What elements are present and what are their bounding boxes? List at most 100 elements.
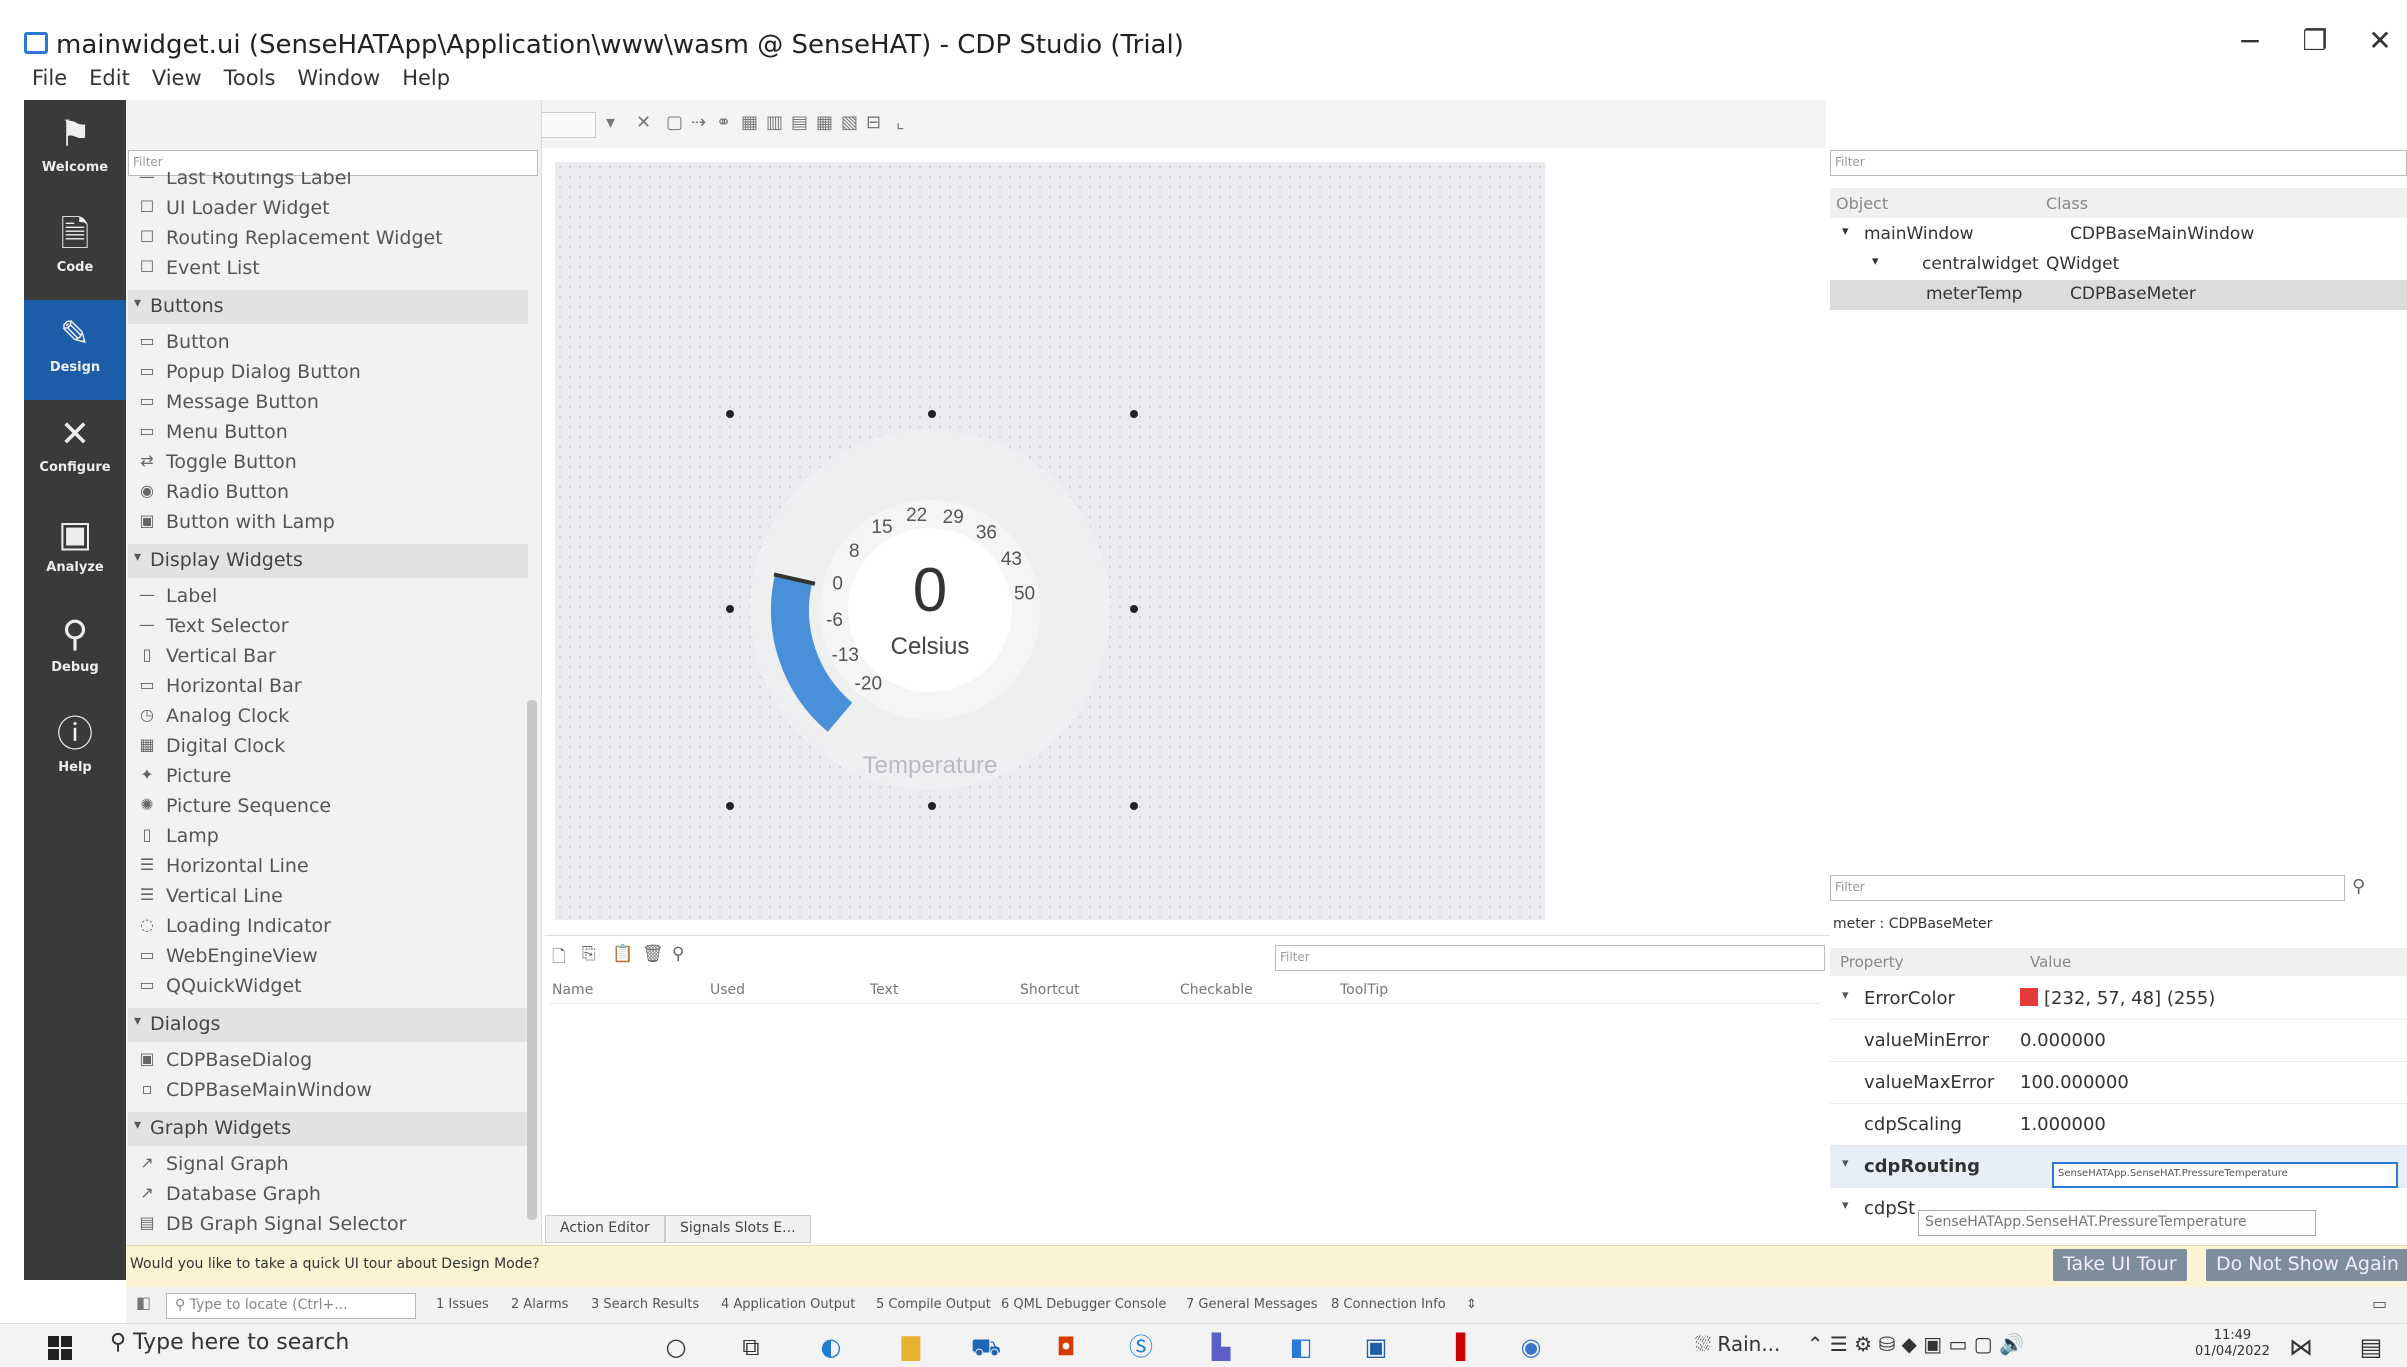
column-header[interactable]: Checkable xyxy=(1180,982,1253,998)
weather-icon[interactable]: ⛆ xyxy=(1695,1332,1717,1356)
layout-form-icon[interactable]: ▧ xyxy=(841,112,858,133)
widget-item[interactable]: ☐ Event List xyxy=(128,254,528,284)
resize-handle[interactable] xyxy=(1130,410,1138,418)
widget-item[interactable]: ☐ UI Loader Widget xyxy=(128,194,528,224)
adjust-size-icon[interactable]: ⌞ xyxy=(896,112,904,133)
sidebar-toggle-icon[interactable]: ◧ xyxy=(136,1293,151,1312)
app-red-icon[interactable]: ▐ xyxy=(1440,1332,1472,1362)
edit-signals-icon[interactable]: ⇢ xyxy=(691,112,706,133)
property-row[interactable]: cdpScaling 1.000000 xyxy=(1830,1104,2407,1146)
widget-item[interactable]: ▭ Message Button xyxy=(128,388,528,418)
file-explorer-icon[interactable]: ▇ xyxy=(895,1332,927,1362)
action-filter-input[interactable]: Filter xyxy=(1275,945,1825,971)
routing-value-input[interactable]: SenseHATApp.SenseHAT.PressureTemperature xyxy=(2052,1162,2398,1188)
widget-item[interactable]: ☐ Routing Replacement Widget xyxy=(128,224,528,254)
outlook-icon[interactable]: ▣ xyxy=(1360,1332,1392,1362)
system-clock[interactable]: 11:49 01/04/2022 xyxy=(2195,1328,2270,1360)
output-tab-alarms[interactable]: 2 Alarms xyxy=(511,1297,568,1312)
minimize-button[interactable]: − xyxy=(2225,24,2275,57)
mode-configure[interactable]: ✕ Configure xyxy=(24,400,126,500)
property-value[interactable]: 1.000000 xyxy=(2020,1114,2106,1135)
do-not-show-again-button[interactable]: Do Not Show Again xyxy=(2206,1249,2407,1281)
edit-widgets-icon[interactable]: ▢ xyxy=(666,112,683,133)
task-view-icon[interactable]: ⧉ xyxy=(735,1332,767,1362)
widget-item[interactable]: ▣ CDPBaseDialog xyxy=(128,1046,528,1076)
delete-action-icon[interactable]: 🗑 xyxy=(642,944,664,964)
widget-item[interactable]: ▭ Popup Dialog Button xyxy=(128,358,528,388)
object-row[interactable]: ▾ centralwidget QWidget xyxy=(1830,250,2407,280)
expand-icon[interactable]: ▾ xyxy=(1842,988,1849,1003)
widget-item[interactable]: ✦ Picture xyxy=(128,762,528,792)
menu-tools[interactable]: Tools xyxy=(224,66,276,96)
close-doc-icon[interactable]: ✕ xyxy=(636,112,651,133)
maximize-button[interactable]: ❐ xyxy=(2290,24,2340,57)
menu-view[interactable]: View xyxy=(152,66,202,96)
widget-item[interactable]: ▭ Menu Button xyxy=(128,418,528,448)
store-icon[interactable]: ⛟ xyxy=(970,1332,1002,1362)
office-icon[interactable]: ◘ xyxy=(1050,1332,1082,1362)
cdp-studio-icon[interactable]: ◧ xyxy=(1285,1332,1317,1362)
column-header[interactable]: Value xyxy=(2030,953,2071,971)
widget-item[interactable]: ▣ Button with Lamp xyxy=(128,508,528,538)
widget-box-scrollbar[interactable] xyxy=(527,700,537,1220)
expand-icon[interactable]: ▾ xyxy=(1842,1198,1849,1213)
mode-help[interactable]: ⓘ Help xyxy=(24,700,126,800)
output-tab-issues[interactable]: 1 Issues xyxy=(436,1297,489,1312)
widget-item[interactable]: ▭ WebEngineView xyxy=(128,942,528,972)
widget-item[interactable]: ▤ DB Graph Signal Selector xyxy=(128,1210,528,1240)
category-display-widgets[interactable]: ▾ Display Widgets xyxy=(128,544,528,578)
tab-action-editor[interactable]: Action Editor xyxy=(545,1215,665,1243)
column-header[interactable]: Class xyxy=(2046,194,2088,213)
widget-item[interactable]: ▦ Digital Clock xyxy=(128,732,528,762)
notifications-icon[interactable]: ▤ xyxy=(2355,1332,2387,1362)
output-tab-compile-output[interactable]: 5 Compile Output xyxy=(876,1297,991,1312)
app-blue-icon[interactable]: ◉ xyxy=(1515,1332,1547,1362)
property-row[interactable]: valueMinError 0.000000 xyxy=(1830,1020,2407,1062)
expand-icon[interactable]: ▾ xyxy=(1842,224,1849,239)
layout-h-icon[interactable]: ▥ xyxy=(766,112,783,133)
maximize-pane-icon[interactable]: ▭ xyxy=(2372,1294,2387,1313)
column-header[interactable]: Property xyxy=(1840,953,1903,971)
more-tabs-icon[interactable]: ⇕ xyxy=(1466,1297,1477,1312)
column-header[interactable]: Used xyxy=(710,982,745,998)
tab-order-icon[interactable]: ▦ xyxy=(741,112,758,133)
cortana-icon[interactable]: ○ xyxy=(660,1332,692,1362)
copy-action-icon[interactable]: ⎘ xyxy=(582,944,596,964)
mode-analyze[interactable]: ▣ Analyze xyxy=(24,500,126,600)
property-filter-input[interactable]: Filter xyxy=(1830,875,2345,901)
paste-action-icon[interactable]: 📋 xyxy=(612,944,633,964)
widget-item[interactable]: ▯ Lamp xyxy=(128,822,528,852)
dropdown-arrow-icon[interactable]: ▾ xyxy=(606,112,615,133)
new-action-icon[interactable]: 🗋 xyxy=(552,944,566,973)
category-dialogs[interactable]: ▾ Dialogs xyxy=(128,1008,528,1042)
property-row[interactable]: ▾ ErrorColor [232, 57, 48] (255) xyxy=(1830,978,2407,1020)
menu-file[interactable]: File xyxy=(32,66,67,96)
tray-icons[interactable]: ⌃ ☰ ⚙ ⛁ ◆ ▣ ▭ ▢ 🔊 xyxy=(1807,1332,2024,1356)
expand-icon[interactable]: ▾ xyxy=(1872,254,1879,269)
layout-grid-icon[interactable]: ▦ xyxy=(816,112,833,133)
take-ui-tour-button[interactable]: Take UI Tour xyxy=(2053,1249,2187,1281)
widget-item[interactable]: ◉ Radio Button xyxy=(128,478,528,508)
edit-buddies-icon[interactable]: ⚭ xyxy=(716,112,731,133)
column-header[interactable]: Object xyxy=(1836,194,1888,213)
skype-icon[interactable]: Ⓢ xyxy=(1125,1332,1157,1362)
column-header[interactable]: Shortcut xyxy=(1020,982,1080,998)
windows-start-button[interactable] xyxy=(48,1336,72,1360)
mode-code[interactable]: 🗎 Code xyxy=(24,200,126,300)
object-row[interactable]: ▾ mainWindow CDPBaseMainWindow xyxy=(1830,220,2407,250)
edge-icon[interactable]: ◐ xyxy=(815,1332,847,1362)
locator-input[interactable]: ⚲ Type to locate (Ctrl+... xyxy=(166,1293,416,1319)
widget-item[interactable]: ◌ Loading Indicator xyxy=(128,912,528,942)
weather-text[interactable]: Rain... xyxy=(1717,1332,1780,1356)
teams-icon[interactable]: ▙ xyxy=(1205,1332,1237,1362)
output-tab-connection-info[interactable]: 8 Connection Info xyxy=(1331,1297,1446,1312)
menu-window[interactable]: Window xyxy=(297,66,380,96)
close-button[interactable]: ✕ xyxy=(2355,24,2405,57)
output-tab-qml-debugger[interactable]: 6 QML Debugger Console xyxy=(1001,1297,1166,1312)
category-graph-widgets[interactable]: ▾ Graph Widgets xyxy=(128,1112,528,1146)
widget-item[interactable]: ▯ Vertical Bar xyxy=(128,642,528,672)
tab-signals-slots[interactable]: Signals Slots E... xyxy=(665,1215,811,1243)
output-tab-application-output[interactable]: 4 Application Output xyxy=(721,1297,855,1312)
column-header[interactable]: Text xyxy=(870,982,898,998)
output-tab-general-messages[interactable]: 7 General Messages xyxy=(1186,1297,1318,1312)
